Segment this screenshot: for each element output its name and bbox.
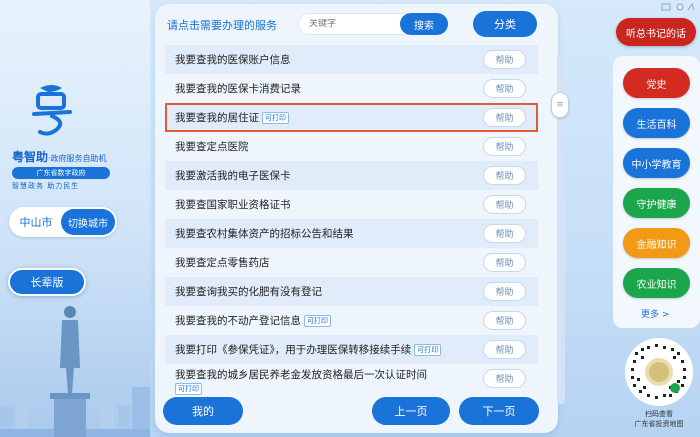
help-button[interactable]: 帮助 <box>483 369 526 388</box>
brand-name: 粤智助 <box>12 150 49 164</box>
category-agriculture[interactable]: 农业知识 <box>623 268 690 298</box>
printable-badge: 可打印 <box>262 111 289 124</box>
service-item-label: 我要查国家职业资格证书 <box>175 199 291 211</box>
statue-illustration <box>50 306 90 437</box>
service-item[interactable]: 我要激活我的电子医保卡 帮助 <box>165 161 538 190</box>
listen-secretary-button[interactable]: 听总书记的话 <box>616 18 696 46</box>
brand-title: 粤智助·政府服务自助机 <box>12 148 138 165</box>
service-item-label: 我要查我的居住证 <box>175 112 259 124</box>
knowledge-category-panel: 党史 生活百科 中小学教育 守护健康 金融知识 农业知识 更多 > <box>613 56 700 328</box>
service-item-label: 我要查我的医保账户信息 <box>175 54 291 66</box>
search-button[interactable]: 搜索 <box>400 13 448 35</box>
service-item-label: 我要查定点零售药店 <box>175 257 270 269</box>
service-item[interactable]: 我要查我的城乡居民养老金发放资格最后一次认证时间 可打印 帮助 <box>165 364 538 396</box>
service-list: 我要查我的医保账户信息 帮助 我要查我的医保卡消费记录 帮助 我要查我的居住证 … <box>165 45 538 396</box>
prev-page-button[interactable]: 上一页 <box>372 397 450 425</box>
category-life-encyclopedia[interactable]: 生活百科 <box>623 108 690 138</box>
elder-mode-button[interactable]: 长辈版 <box>8 268 86 296</box>
service-item-label: 我要查农村集体资产的招标公告和结果 <box>175 228 354 240</box>
help-button[interactable]: 帮助 <box>483 137 526 156</box>
help-button[interactable]: 帮助 <box>483 282 526 301</box>
service-item[interactable]: 我要查我的医保账户信息 帮助 <box>165 45 538 74</box>
switch-city-button[interactable]: 切换城市 <box>61 209 115 235</box>
service-item-selected[interactable]: 我要查我的居住证 可打印 帮助 <box>165 103 538 132</box>
qr-caption-line2: 广东省投资地图 <box>634 420 684 428</box>
category-party-history[interactable]: 党史 <box>623 68 690 98</box>
help-button[interactable]: 帮助 <box>483 166 526 185</box>
next-page-button[interactable]: 下一页 <box>459 397 539 425</box>
right-panel: 听总书记的话 党史 生活百科 中小学教育 守护健康 金融知识 农业知识 更多 > <box>610 0 700 437</box>
service-item-label: 我要查我的不动产登记信息 <box>175 315 301 327</box>
help-button[interactable]: 帮助 <box>483 195 526 214</box>
more-link[interactable]: 更多 > <box>641 307 669 320</box>
yue-logo-icon <box>32 85 72 136</box>
brand-block: 粤智助·政府服务自助机 广东省数字政府 智慧政务 助力民生 <box>12 148 138 191</box>
service-item[interactable]: 我要查定点医院 帮助 <box>165 132 538 161</box>
service-item[interactable]: 我要查我的不动产登记信息 可打印 帮助 <box>165 306 538 335</box>
category-label: 生活百科 <box>636 119 677 131</box>
search-box: 搜索 <box>298 13 448 35</box>
service-toolbar: 请点击需要办理的服务 搜索 分类 <box>155 4 558 44</box>
qr-caption-line1: 扫码查看 <box>645 410 673 418</box>
service-item[interactable]: 我要查定点零售药店 帮助 <box>165 248 538 277</box>
service-item-label: 我要查我的城乡居民养老金发放资格最后一次认证时间 <box>175 369 427 381</box>
help-button[interactable]: 帮助 <box>483 340 526 359</box>
service-prompt: 请点击需要办理的服务 <box>167 19 277 32</box>
help-button[interactable]: 帮助 <box>483 79 526 98</box>
help-button[interactable]: 帮助 <box>483 108 526 127</box>
service-item-label: 我要查定点医院 <box>175 141 249 153</box>
brand-pill: 广东省数字政府 <box>12 167 110 179</box>
service-item[interactable]: 我要打印《参保凭证》，用于办理医保转移接续手续 可打印 帮助 <box>165 335 538 364</box>
qr-code <box>625 338 693 406</box>
left-panel: 粤智助·政府服务自助机 广东省数字政府 智慧政务 助力民生 中山市 切换城市 长… <box>0 0 150 437</box>
city-selector: 中山市 切换城市 <box>9 207 117 237</box>
search-input[interactable] <box>309 19 387 29</box>
help-button[interactable]: 帮助 <box>483 253 526 272</box>
my-button[interactable]: 我的 <box>163 397 243 425</box>
qr-caption: 扫码查看 广东省投资地图 <box>619 409 699 429</box>
category-health[interactable]: 守护健康 <box>623 188 690 218</box>
brand-subtitle: ·政府服务自助机 <box>48 154 107 163</box>
service-item-label: 我要查询我买的化肥有没有登记 <box>175 286 322 298</box>
service-item-label: 我要打印《参保凭证》，用于办理医保转移接续手续 <box>175 344 412 356</box>
service-item-label: 我要激活我的电子医保卡 <box>175 170 291 182</box>
category-label: 中小学教育 <box>631 159 682 171</box>
category-button[interactable]: 分类 <box>473 11 537 37</box>
status-icons <box>661 2 695 11</box>
category-label: 金融知识 <box>636 239 677 251</box>
service-item-label: 我要查我的医保卡消费记录 <box>175 83 301 95</box>
help-button[interactable]: 帮助 <box>483 50 526 69</box>
service-item[interactable]: 我要查农村集体资产的招标公告和结果 帮助 <box>165 219 538 248</box>
help-button[interactable]: 帮助 <box>483 224 526 243</box>
service-list-panel: 请点击需要办理的服务 搜索 分类 我要查我的医保账户信息 帮助 我要查我的医保卡… <box>155 4 569 433</box>
qr-code-icon <box>631 344 686 399</box>
help-button[interactable]: 帮助 <box>483 311 526 330</box>
service-item[interactable]: 我要查询我买的化肥有没有登记 帮助 <box>165 277 538 306</box>
printable-badge: 可打印 <box>175 383 202 395</box>
printable-badge: 可打印 <box>414 343 442 356</box>
service-item[interactable]: 我要查我的医保卡消费记录 帮助 <box>165 74 538 103</box>
scrollbar-thumb[interactable]: ≡ <box>551 92 569 118</box>
category-finance[interactable]: 金融知识 <box>623 228 690 258</box>
category-label: 农业知识 <box>636 279 677 291</box>
service-item[interactable]: 我要查国家职业资格证书 帮助 <box>165 190 538 219</box>
category-k12-education[interactable]: 中小学教育 <box>623 148 690 178</box>
current-city: 中山市 <box>19 216 53 229</box>
category-label: 党史 <box>646 79 667 91</box>
brand-slogan: 智慧政务 助力民生 <box>12 182 80 190</box>
printable-badge: 可打印 <box>304 314 331 327</box>
category-label: 守护健康 <box>636 199 677 211</box>
